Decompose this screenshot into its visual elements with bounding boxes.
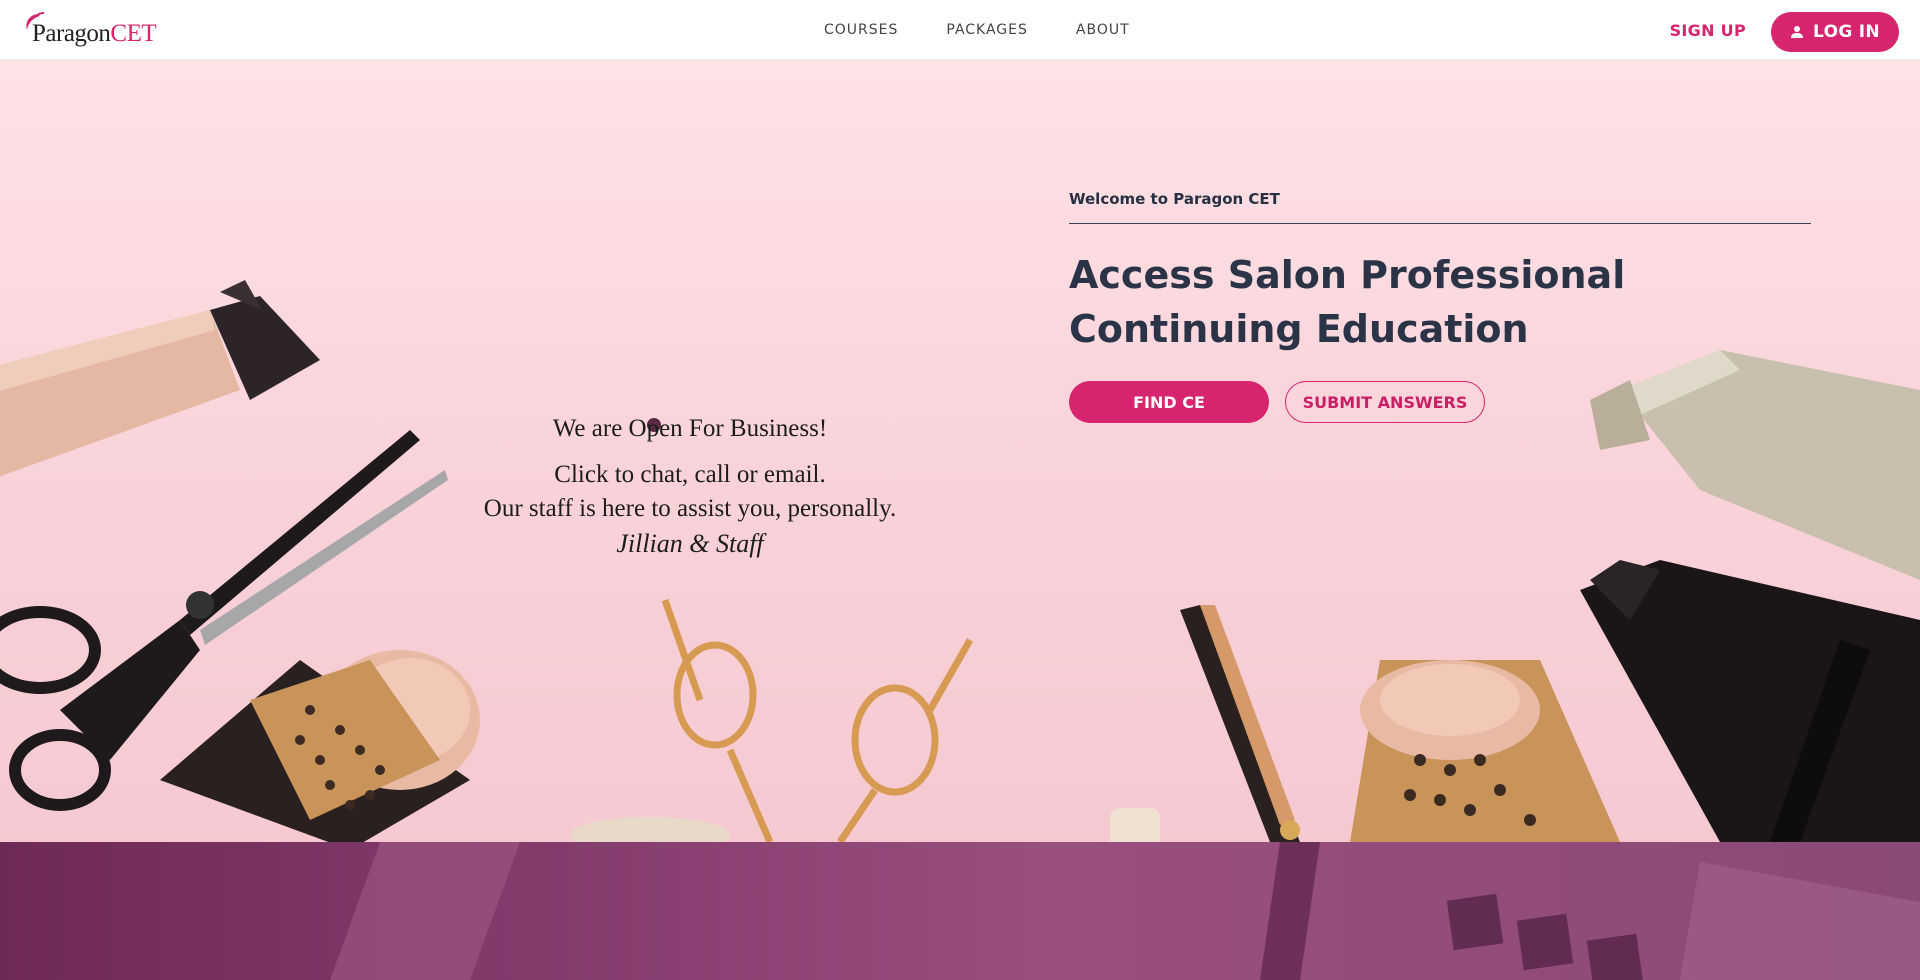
- nav-item-about[interactable]: ABOUT: [1052, 22, 1154, 38]
- hero-divider: [1069, 223, 1811, 224]
- login-label: LOG IN: [1813, 22, 1880, 42]
- logo-name-part2: CET: [110, 20, 157, 47]
- main-nav: COURSES PACKAGES ABOUT: [800, 0, 1154, 60]
- logo-name-part1: Paragon: [32, 20, 111, 47]
- flat-iron-illustration: [0, 280, 320, 477]
- find-ce-button[interactable]: FIND CE: [1069, 381, 1269, 423]
- nav-item-packages[interactable]: PACKAGES: [922, 22, 1052, 38]
- hair-dryer-illustration: [1580, 560, 1920, 842]
- site-header: ParagonCET COURSES PACKAGES ABOUT SIGN U…: [0, 0, 1920, 60]
- round-brush-right-illustration: [1350, 660, 1620, 842]
- notice-signature: Jillian & Staff: [616, 529, 764, 558]
- user-icon: [1791, 26, 1804, 38]
- logo-text: ParagonCET: [32, 20, 157, 48]
- thinning-shears-illustration: [1180, 605, 1300, 842]
- spray-can-illustration: [1590, 350, 1920, 580]
- nav-item-courses[interactable]: COURSES: [800, 22, 922, 38]
- secondary-background-image: [330, 842, 1920, 980]
- open-for-business-notice: We are Open For Business! Click to chat,…: [460, 340, 920, 559]
- notice-line-2: Click to chat, call or email.: [554, 461, 826, 488]
- round-brush-illustration: [160, 650, 480, 842]
- notice-line-1: We are Open For Business!: [552, 415, 828, 442]
- submit-answers-button[interactable]: SUBMIT ANSWERS: [1285, 381, 1485, 423]
- signup-link[interactable]: SIGN UP: [1670, 0, 1746, 60]
- hero-headline: Access Salon Professional Continuing Edu…: [1069, 253, 1626, 351]
- hero-eyebrow: Welcome to Paragon CET: [1069, 190, 1280, 208]
- hero-background-image: [0, 280, 1920, 842]
- login-button[interactable]: LOG IN: [1771, 12, 1899, 52]
- notice-line-3: Our staff is here to assist you, persona…: [483, 495, 897, 522]
- logo[interactable]: ParagonCET: [24, 12, 174, 52]
- gold-scissors-illustration: [661, 598, 974, 842]
- secondary-section-banner: [0, 842, 1920, 980]
- hero-section: [0, 60, 1920, 842]
